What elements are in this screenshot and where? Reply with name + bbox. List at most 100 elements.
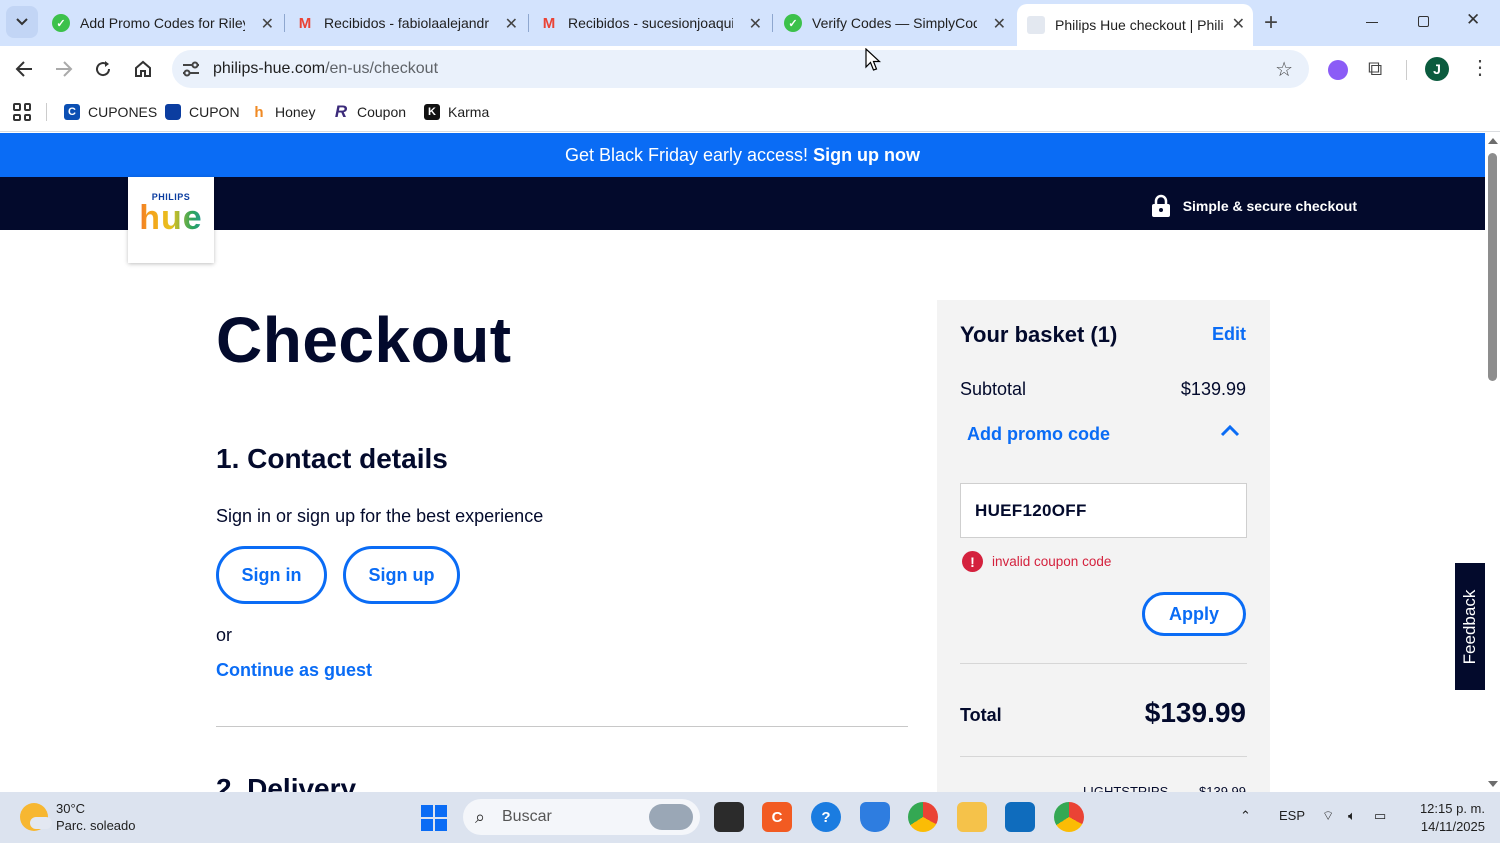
tab-title: Recibidos - fabiolaalejandria: [324, 15, 489, 31]
restore-icon[interactable]: [1418, 16, 1429, 27]
basket-item-name: LIGHTSTRIPS: [1083, 784, 1169, 792]
philips-hue-favicon: [1027, 16, 1045, 34]
clock-time: 12:15 p. m.: [1419, 801, 1485, 816]
bookmark-label: Karma: [448, 104, 490, 120]
home-icon[interactable]: [130, 56, 156, 82]
show-hidden-icons-icon[interactable]: ⌃: [1240, 808, 1251, 824]
tab-title: Add Promo Codes for Riley: [80, 15, 245, 31]
subtotal-value: $139.99: [1180, 379, 1246, 399]
promo-code-input[interactable]: HUEF120OFF: [960, 483, 1247, 538]
tab-philips-hue-checkout[interactable]: Philips Hue checkout | Philip ✕: [1017, 4, 1253, 46]
wifi-icon[interactable]: ⌔: [1322, 808, 1334, 824]
scroll-thumb[interactable]: [1488, 153, 1497, 381]
bookmark-cupones[interactable]: C CUPONES: [64, 101, 157, 123]
sign-up-button[interactable]: Sign up: [343, 546, 460, 604]
language-indicator[interactable]: ESP: [1279, 808, 1305, 823]
url-text: philips-hue.com/en-us/checkout: [213, 60, 438, 78]
promo-banner-signup-link[interactable]: Sign up now: [813, 145, 920, 165]
task-view-icon[interactable]: [714, 802, 744, 832]
profile-avatar[interactable]: J: [1425, 57, 1449, 81]
back-icon[interactable]: [11, 56, 37, 82]
scroll-down-icon[interactable]: [1488, 781, 1498, 787]
bookmark-cupon[interactable]: CUPON: [165, 101, 240, 123]
site-info-icon[interactable]: [182, 61, 200, 77]
bookmark-karma[interactable]: K Karma: [424, 101, 489, 123]
windows-start-icon[interactable]: [421, 805, 447, 831]
tab-gmail-fabiola[interactable]: M Recibidos - fabiolaalejandria ✕: [296, 4, 526, 42]
tab-separator: [772, 14, 773, 32]
contact-details-subtitle: Sign in or sign up for the best experien…: [216, 506, 544, 526]
system-clock[interactable]: 12:15 p. m. 14/11/2025: [1410, 800, 1485, 836]
tab-strip: ✓ Add Promo Codes for Riley ✕ M Recibido…: [0, 0, 1500, 46]
toolbar-divider: [1406, 60, 1407, 80]
basket-edit-link[interactable]: Edit: [1212, 324, 1246, 345]
close-window-icon[interactable]: ✕: [1466, 10, 1480, 30]
tab-gmail-sucesion[interactable]: M Recibidos - sucesionjoaquin ✕: [540, 4, 770, 42]
tab-search-button[interactable]: [6, 6, 38, 38]
simplycodes-icon: ✓: [784, 14, 802, 32]
sign-in-button[interactable]: Sign in: [216, 546, 327, 604]
file-explorer-icon[interactable]: [957, 802, 987, 832]
scroll-up-icon[interactable]: [1488, 138, 1498, 144]
continue-as-guest-link[interactable]: Continue as guest: [216, 660, 372, 681]
bookmark-coupon[interactable]: R Coupon: [333, 101, 406, 123]
philips-hue-logo[interactable]: PHILIPS hue: [128, 177, 214, 263]
basket-item-price: $139.99: [1199, 784, 1246, 792]
bookmark-label: Honey: [275, 104, 316, 120]
lock-icon: [165, 104, 181, 120]
bookmark-label: CUPONES: [88, 104, 158, 120]
url-host: philips-hue.com: [213, 60, 326, 77]
extensions-puzzle-icon[interactable]: ⧉: [1368, 58, 1382, 81]
new-tab-button[interactable]: +: [1264, 9, 1278, 37]
bookmark-honey[interactable]: h Honey: [251, 101, 315, 123]
close-icon[interactable]: ✕: [749, 14, 762, 34]
taskbar-search-placeholder: Buscar: [502, 808, 552, 825]
error-icon: !: [962, 551, 983, 572]
close-icon[interactable]: ✕: [993, 14, 1006, 34]
total-label: Total: [960, 705, 1002, 725]
subtotal-label: Subtotal: [960, 379, 1027, 399]
chrome-profile-icon[interactable]: [1054, 802, 1084, 832]
page-scrollbar[interactable]: [1485, 133, 1500, 792]
logo-product: hue: [128, 199, 214, 238]
basket-divider: [960, 663, 1247, 664]
bookmark-star-icon[interactable]: ☆: [1275, 57, 1293, 82]
apps-grid-icon[interactable]: [13, 103, 31, 121]
address-bar[interactable]: philips-hue.com/en-us/checkout ☆: [172, 50, 1309, 88]
forward-icon[interactable]: [51, 56, 77, 82]
help-icon[interactable]: ?: [811, 802, 841, 832]
secure-checkout-badge: Simple & secure checkout: [1151, 194, 1357, 218]
or-separator: or: [216, 625, 233, 645]
tab-verify-codes[interactable]: ✓ Verify Codes — SimplyCode ✕: [784, 4, 1014, 42]
menu-kebab-icon[interactable]: ⋮: [1470, 56, 1490, 80]
close-icon[interactable]: ✕: [261, 14, 274, 34]
battery-icon[interactable]: ▭: [1374, 808, 1386, 824]
apply-promo-button[interactable]: Apply: [1142, 592, 1246, 636]
app-shield-icon[interactable]: [860, 802, 890, 832]
basket-title: Your basket (1): [960, 322, 1118, 347]
volume-icon[interactable]: 🔈︎: [1348, 808, 1356, 824]
promo-banner[interactable]: Get Black Friday early access! Sign up n…: [0, 133, 1485, 177]
reload-icon[interactable]: [90, 56, 116, 82]
close-icon[interactable]: ✕: [1232, 14, 1245, 34]
lock-icon: [1151, 194, 1170, 217]
tab-riley[interactable]: ✓ Add Promo Codes for Riley ✕: [52, 4, 282, 42]
chevron-up-icon[interactable]: [1220, 424, 1240, 438]
gmail-icon: M: [298, 14, 312, 32]
extension-purple-icon[interactable]: [1328, 60, 1348, 80]
add-promo-code-toggle[interactable]: Add promo code: [967, 424, 1110, 445]
close-icon[interactable]: ✕: [505, 14, 518, 34]
delivery-heading: 2. Delivery: [216, 773, 357, 792]
karma-icon: K: [424, 104, 440, 120]
coupon-r-icon: R: [334, 102, 348, 121]
search-highlight-icon: [649, 804, 693, 830]
remote-desktop-icon[interactable]: [1005, 802, 1035, 832]
promo-banner-text: Get Black Friday early access!: [564, 145, 809, 165]
taskbar-search[interactable]: ⌕ Buscar: [463, 799, 700, 835]
feedback-tab[interactable]: Feedback: [1455, 563, 1485, 690]
app-orange-icon[interactable]: C: [762, 802, 792, 832]
weather-widget[interactable]: 30°C Parc. soleado: [20, 800, 136, 834]
chrome-icon[interactable]: [908, 802, 938, 832]
contact-details-heading: 1. Contact details: [216, 443, 448, 474]
minimize-icon[interactable]: [1366, 22, 1378, 23]
